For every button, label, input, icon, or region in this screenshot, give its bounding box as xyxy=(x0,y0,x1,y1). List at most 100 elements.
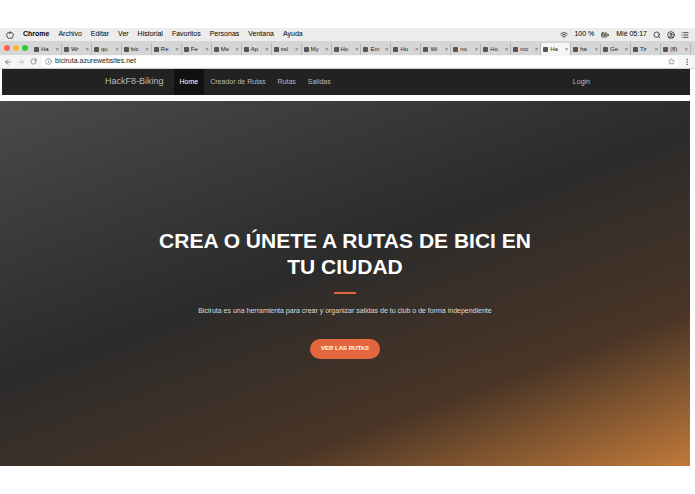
tab-label: bic xyxy=(131,45,139,54)
browser-tab[interactable]: bic × xyxy=(122,43,152,55)
browser-tab[interactable]: ha× xyxy=(571,43,601,55)
tab-close-icon[interactable]: × xyxy=(355,45,359,54)
browser-tab[interactable]: Tir × xyxy=(631,43,661,55)
browser-tab[interactable]: Ge× xyxy=(601,43,631,55)
favicon-icon xyxy=(124,47,129,52)
menu-item[interactable]: Ayuda xyxy=(283,29,303,40)
back-icon[interactable] xyxy=(4,58,12,66)
tab-strip: Ha×Wr×qu×bic×Re×Fe×Me×Ap×ssl×My×Ho×Em×Ho… xyxy=(0,41,695,55)
bookmark-star-icon[interactable] xyxy=(668,58,675,65)
brand[interactable]: HackF8-Biking xyxy=(105,69,164,95)
tab-close-icon[interactable]: × xyxy=(684,45,688,54)
favicon-icon xyxy=(393,47,398,52)
minimize-dot-icon[interactable] xyxy=(13,45,19,51)
zoom-dot-icon[interactable] xyxy=(22,45,28,51)
tab-close-icon[interactable]: × xyxy=(475,45,479,54)
apple-icon[interactable] xyxy=(6,31,14,39)
tab-close-icon[interactable]: × xyxy=(55,45,59,54)
tab-close-icon[interactable]: × xyxy=(295,45,299,54)
user-icon[interactable] xyxy=(667,31,675,39)
battery-reading: 100 % xyxy=(574,29,594,40)
tab-label: Re xyxy=(161,45,169,54)
favicon-icon xyxy=(453,47,458,52)
tab-label: qu xyxy=(101,45,108,54)
tab-label: (8) xyxy=(670,45,677,54)
browser-tab[interactable]: Ho× xyxy=(481,43,511,55)
menu-item[interactable]: Editar xyxy=(91,29,109,40)
clock[interactable]: Mié 05:17 xyxy=(616,29,647,40)
tab-close-icon[interactable]: × xyxy=(175,45,179,54)
favicon-icon xyxy=(483,47,488,52)
browser-tab[interactable]: Re × xyxy=(152,43,182,55)
tab-close-icon[interactable]: × xyxy=(115,45,119,54)
tab-close-icon[interactable]: × xyxy=(385,45,389,54)
tab-close-icon[interactable]: × xyxy=(535,45,539,54)
tab-close-icon[interactable]: × xyxy=(265,45,269,54)
browser-tab[interactable]: Ha× xyxy=(32,43,62,55)
favicon-icon xyxy=(64,47,69,52)
tab-label: Wi xyxy=(430,45,437,54)
tab-close-icon[interactable]: × xyxy=(595,45,599,54)
tab-close-icon[interactable]: × xyxy=(565,45,569,54)
browser-tab[interactable]: mc× xyxy=(511,43,541,55)
menu-item[interactable]: Archivo xyxy=(58,29,81,40)
browser-tab[interactable]: Em× xyxy=(361,43,391,55)
nav-item[interactable]: Creador de Rutas xyxy=(204,69,271,95)
browser-tab[interactable]: Wi × xyxy=(421,43,451,55)
battery-icon[interactable] xyxy=(600,31,610,39)
tab-label: Ha xyxy=(550,45,558,54)
menu-item[interactable]: Ventana xyxy=(248,29,274,40)
tab-close-icon[interactable]: × xyxy=(325,45,329,54)
browser-tab[interactable]: Ho× xyxy=(332,43,362,55)
tab-close-icon[interactable]: × xyxy=(625,45,629,54)
nav-item[interactable]: Rutas xyxy=(271,69,301,95)
favicon-icon xyxy=(304,47,309,52)
menu-item[interactable]: Personas xyxy=(210,29,240,40)
browser-tab[interactable]: no× xyxy=(451,43,481,55)
browser-tab[interactable]: (8) × xyxy=(661,43,691,55)
browser-tab[interactable]: Wr× xyxy=(62,43,92,55)
list-icon[interactable] xyxy=(681,31,689,39)
nav-item[interactable]: Home xyxy=(174,69,205,95)
browser-tab[interactable]: qu × xyxy=(92,43,122,55)
menu-item[interactable]: Favoritos xyxy=(172,29,201,40)
browser-tab[interactable]: My× xyxy=(302,43,332,55)
favicon-icon xyxy=(543,47,548,52)
info-icon[interactable] xyxy=(45,58,52,65)
tab-label: Me xyxy=(221,45,229,54)
browser-tab[interactable]: ssl× xyxy=(272,43,302,55)
browser-tab[interactable]: Ha × xyxy=(541,43,571,55)
nav-item[interactable]: Salidas xyxy=(302,69,337,95)
view-routes-button[interactable]: VER LAS RUTAS xyxy=(310,339,380,359)
tab-close-icon[interactable]: × xyxy=(445,45,449,54)
tab-close-icon[interactable]: × xyxy=(235,45,239,54)
tab-close-icon[interactable]: × xyxy=(415,45,419,54)
tab-close-icon[interactable]: × xyxy=(205,45,209,54)
menu-item[interactable]: Ver xyxy=(118,29,129,40)
search-icon[interactable] xyxy=(653,31,661,39)
menu-item[interactable]: Historial xyxy=(138,29,163,40)
tab-label: Tir xyxy=(640,45,647,54)
address-field[interactable]: biciruta.azurewebsites.net xyxy=(42,56,678,67)
tab-close-icon[interactable]: × xyxy=(145,45,149,54)
wifi-icon[interactable] xyxy=(560,31,568,39)
favicon-icon xyxy=(423,47,428,52)
favicon-icon xyxy=(663,47,668,52)
favicon-icon xyxy=(633,47,638,52)
site-navbar: HackF8-Biking HomeCreador de RutasRutasSa… xyxy=(2,69,690,95)
reload-icon[interactable] xyxy=(30,58,37,65)
browser-tab[interactable]: Me × xyxy=(212,43,242,55)
menu-app[interactable]: Chrome xyxy=(23,29,49,40)
tab-close-icon[interactable]: × xyxy=(655,45,659,54)
url: biciruta.azurewebsites.net xyxy=(55,56,136,67)
browser-tab[interactable]: Ap× xyxy=(242,43,272,55)
login-link[interactable]: Login xyxy=(573,69,590,95)
browser-tab[interactable]: Fe× xyxy=(182,43,212,55)
close-dot-icon[interactable] xyxy=(4,45,10,51)
menu-icon[interactable] xyxy=(683,58,691,66)
tab-close-icon[interactable]: × xyxy=(505,45,509,54)
forward-icon[interactable] xyxy=(17,58,25,66)
favicon-icon xyxy=(573,47,578,52)
browser-tab[interactable]: Ho× xyxy=(391,43,421,55)
tab-close-icon[interactable]: × xyxy=(85,45,89,54)
